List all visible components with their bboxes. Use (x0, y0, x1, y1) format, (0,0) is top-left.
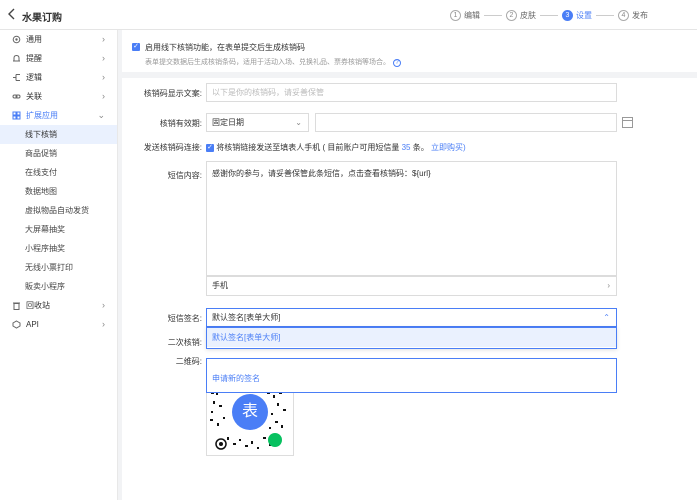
enable-description-text: 表单提交数据后生成核销条码，适用于活动入场、兑换礼品、票券核销等场合。 (145, 59, 390, 66)
second-verify-label: 二次核销: (167, 338, 202, 347)
sidebar-subitem-miniapp-lottery[interactable]: 小程序抽奖 (0, 239, 117, 258)
top-bar: 水果订购 1 编辑 2 皮肤 3 设置 4 发布 (0, 0, 697, 30)
api-icon (12, 320, 21, 329)
sidebar-subitem-receipt-print[interactable]: 无线小票打印 (0, 258, 117, 277)
sidebar-item-reminder[interactable]: 提醒 › (0, 49, 117, 68)
signature-select[interactable]: 默认签名[表单大师] ⌃ (206, 308, 617, 327)
signature-select-value: 默认签名[表单大师] (212, 313, 281, 322)
sidebar-subitem-online-pay[interactable]: 在线支付 (0, 163, 117, 182)
calendar-icon[interactable] (622, 117, 633, 128)
sidebar-subitem-promotion[interactable]: 商品促销 (0, 144, 117, 163)
sidebar-subitem-sell-miniapp[interactable]: 販卖小程序 (0, 277, 117, 296)
sidebar-subitem-screen-lottery[interactable]: 大屏幕抽奖 (0, 220, 117, 239)
link-icon (12, 92, 21, 101)
signature-label: 短信签名: (167, 314, 202, 323)
enable-description: 表单提交数据后生成核销条码，适用于活动入场、兑换礼品、票券核销等场合。? (145, 57, 687, 67)
step-label: 编辑 (464, 10, 480, 20)
validity-select-value: 固定日期 (212, 118, 244, 127)
sms-balance-count: 35 (401, 143, 411, 152)
sidebar-item-label: 提醒 (26, 54, 42, 63)
step-edit[interactable]: 1 编辑 (450, 9, 480, 21)
app-title: 水果订购 (22, 13, 62, 24)
step-label: 设置 (576, 10, 592, 20)
step-settings[interactable]: 3 设置 (562, 9, 592, 21)
chevron-right-icon: › (102, 34, 105, 44)
validity-select[interactable]: 固定日期 ⌄ (206, 113, 309, 132)
step-separator (484, 14, 502, 16)
bell-icon (12, 54, 21, 63)
apps-icon (12, 111, 21, 120)
chevron-right-icon: › (102, 72, 105, 82)
step-publish[interactable]: 4 发布 (618, 9, 648, 21)
sidebar: 通用 › 提醒 › 逻辑 › 关联 › 扩展应用 ⌄ 线下核销 商品促销 在线支… (0, 30, 118, 500)
section-divider (122, 72, 697, 78)
qr-center-logo: 表 (241, 403, 258, 420)
send-link-checkbox[interactable]: ✓ (206, 143, 214, 152)
sidebar-item-label: 逻辑 (26, 73, 42, 82)
qr-code: 表 (206, 386, 294, 456)
sidebar-subitem-virtual-delivery[interactable]: 虚拟物品自动发货 (0, 201, 117, 220)
sidebar-item-label: 关联 (26, 92, 42, 101)
gear-icon (12, 35, 21, 44)
signature-dropdown: 默认签名[表单大师] (206, 327, 617, 349)
send-link-label: 发送核销码连接: (143, 143, 202, 152)
phone-field-select[interactable]: 手机 › (206, 276, 617, 296)
info-icon[interactable]: ? (393, 59, 401, 67)
send-link-option: ✓ 将核销链接发送至填表人手机 ( 目前账户可用短信量 35 条。 立即购买) (206, 142, 466, 153)
step-number: 2 (506, 9, 517, 21)
step-label: 皮肤 (520, 10, 536, 20)
validity-date-input[interactable] (315, 113, 617, 132)
sms-balance-text: ( 目前账户可用短信量 (322, 143, 400, 152)
chevron-down-icon: ⌄ (97, 110, 105, 120)
chevron-right-icon: › (102, 300, 105, 310)
sidebar-item-general[interactable]: 通用 › (0, 30, 117, 49)
step-number: 1 (450, 9, 461, 21)
sidebar-subitem-data-map[interactable]: 数据地图 (0, 182, 117, 201)
sidebar-subitem-offline-verify[interactable]: 线下核销 (0, 125, 117, 144)
send-link-text: 将核销链接发送至填表人手机 (216, 143, 321, 152)
enable-notice: ✓ 启用线下核销功能，在表单提交后生成核销码 表单提交数据后生成核销条码，适用于… (132, 42, 687, 67)
chevron-up-icon: ⌃ (603, 313, 610, 322)
enable-label: 启用线下核销功能，在表单提交后生成核销码 (145, 43, 305, 52)
step-separator (596, 14, 614, 16)
step-separator (540, 14, 558, 16)
sidebar-item-extensions[interactable]: 扩展应用 ⌄ (0, 106, 117, 125)
sidebar-item-label: 回收站 (26, 301, 50, 310)
chevron-right-icon: › (607, 281, 610, 290)
chevron-right-icon: › (102, 53, 105, 63)
enable-checkbox[interactable]: ✓ (132, 43, 140, 51)
step-number: 4 (618, 9, 629, 21)
trash-icon (12, 301, 21, 310)
qr-label: 二维码: (175, 357, 202, 366)
step-label: 发布 (632, 10, 648, 20)
sidebar-item-association[interactable]: 关联 › (0, 87, 117, 106)
settings-card: ✓ 启用线下核销功能，在表单提交后生成核销码 表单提交数据后生成核销条码，适用于… (118, 30, 697, 500)
step-progress: 1 编辑 2 皮肤 3 设置 4 发布 (450, 8, 687, 22)
sidebar-item-recycle-bin[interactable]: 回收站 › (0, 296, 117, 315)
sidebar-item-logic[interactable]: 逻辑 › (0, 68, 117, 87)
signature-option[interactable]: 默认签名[表单大师] (207, 328, 616, 347)
sms-content-textarea[interactable]: 感谢你的参与，请妥善保管此条短信，点击查看核销码：${url} (206, 161, 617, 276)
step-number: 3 (562, 9, 573, 21)
validity-label: 核销有效期: (159, 119, 202, 128)
sms-balance-unit: 条。 (412, 143, 429, 152)
sidebar-item-label: 通用 (26, 35, 42, 44)
sidebar-item-api[interactable]: API › (0, 315, 117, 334)
sidebar-item-label: API (26, 320, 39, 329)
sidebar-item-label: 扩展应用 (26, 111, 58, 120)
new-signature-option[interactable]: 申请新的签名 (206, 358, 617, 393)
chevron-down-icon: ⌄ (295, 118, 302, 127)
sms-content-label: 短信内容: (167, 171, 202, 180)
step-skin[interactable]: 2 皮肤 (506, 9, 536, 21)
chevron-right-icon: › (102, 319, 105, 329)
logic-icon (12, 73, 21, 82)
chevron-right-icon: › (102, 91, 105, 101)
buy-now-link[interactable]: 立即购买) (431, 143, 466, 152)
chevron-left-icon[interactable] (8, 8, 20, 22)
display-text-input[interactable]: 以下是你的核销码，请妥善保管 (206, 83, 617, 102)
display-text-label: 核销码显示文案: (143, 89, 202, 98)
phone-field-value: 手机 (212, 281, 228, 290)
main-area: ✓ 启用线下核销功能，在表单提交后生成核销码 表单提交数据后生成核销条码，适用于… (118, 30, 697, 500)
